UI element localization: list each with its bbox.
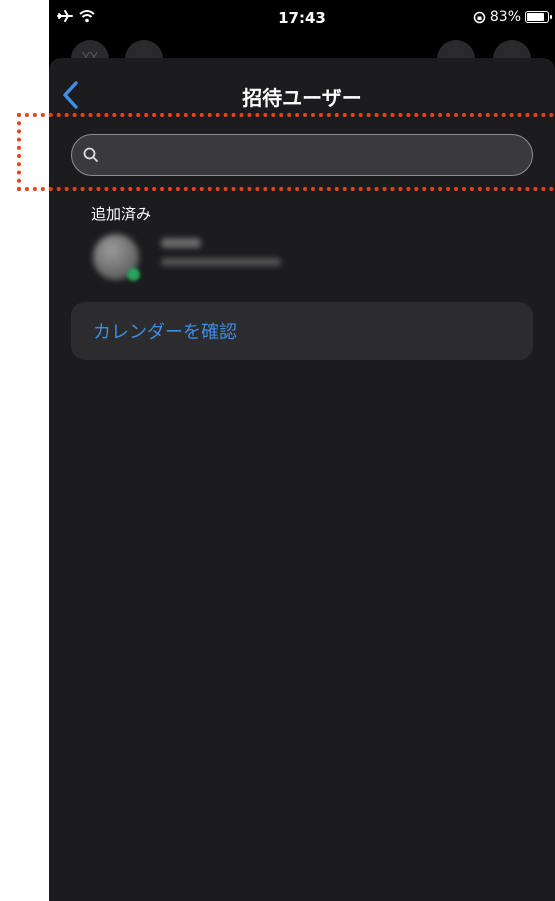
orientation-lock-icon [473, 11, 486, 23]
added-user-row[interactable] [89, 226, 529, 288]
search-input[interactable] [106, 135, 522, 177]
status-right: 83% [473, 9, 552, 25]
search-icon [83, 147, 98, 162]
battery-percentage: 83% [489, 9, 521, 25]
added-section-label: 追加済み [91, 205, 152, 223]
phone-screen: 17:43 83% YY 招待ユーザー [49, 0, 555, 901]
online-status-badge [127, 268, 140, 281]
invite-users-sheet: 招待ユーザー 追加済み カレンダーを確認 [49, 58, 555, 901]
status-bar: 17:43 83% [49, 0, 555, 36]
sheet-nav-bar: 招待ユーザー [49, 58, 555, 134]
battery-icon [525, 11, 552, 23]
page-title: 招待ユーザー [242, 86, 362, 110]
check-calendar-button[interactable]: カレンダーを確認 [71, 302, 533, 360]
user-name-redacted [161, 238, 201, 248]
check-calendar-label: カレンダーを確認 [93, 322, 237, 343]
user-subtitle-redacted [161, 258, 281, 266]
search-field[interactable] [71, 134, 533, 177]
